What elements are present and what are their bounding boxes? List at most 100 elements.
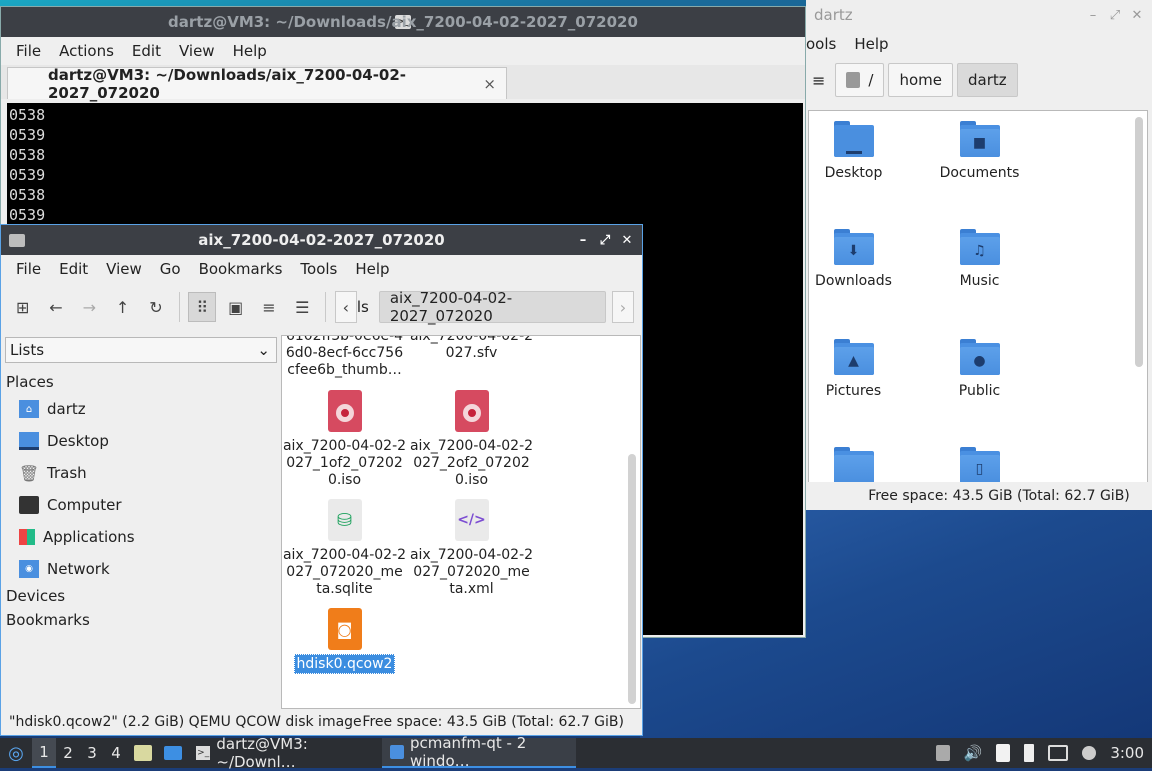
home-icon-view[interactable]: Desktop ■ Documents ⬇ Downloads ♫ Music … [808, 110, 1148, 484]
task-terminal[interactable]: >_ dartz@VM3: ~/Downl… [188, 735, 382, 771]
new-tab-icon[interactable]: ⊞ [9, 292, 36, 322]
file-item[interactable]: 6102ff3b-0e6e-4 6d0-8ecf-6cc756 cfee6b_t… [282, 336, 407, 379]
show-desktop-icon[interactable] [158, 738, 188, 768]
folder-item-music[interactable]: ♫ Music [917, 229, 1042, 290]
place-dartz[interactable]: ⌂ dartz [5, 393, 277, 425]
terminal-menu-edit[interactable]: Edit [123, 42, 170, 60]
file-label: 027_2of2_07202 [413, 455, 530, 471]
icon-view-icon[interactable]: ⠿ [188, 292, 216, 322]
file-item[interactable]: aix_7200-04-02-2 027_2of2_07202 0.iso [409, 390, 534, 489]
menu-view[interactable]: View [97, 260, 151, 278]
chevron-right-icon[interactable]: › [611, 291, 634, 323]
toolbar-separator [324, 292, 326, 322]
drive-icon [846, 72, 861, 88]
main-menu-icon[interactable]: ◎ [0, 738, 32, 768]
home-menu-tools[interactable]: ools [806, 35, 845, 53]
vertical-scrollbar[interactable] [1135, 117, 1143, 367]
reload-icon[interactable]: ↻ [142, 292, 169, 322]
file-label: 0.iso [454, 472, 489, 488]
file-manager-launcher-icon[interactable] [128, 738, 158, 768]
clipboard-icon[interactable] [996, 744, 1011, 762]
file-icon-view[interactable]: 6102ff3b-0e6e-4 6d0-8ecf-6cc756 cfee6b_t… [281, 335, 641, 709]
forward-arrow-icon[interactable]: → [76, 292, 103, 322]
place-trash[interactable]: 🗑 Trash [5, 457, 277, 489]
terminal-menu-actions[interactable]: Actions [50, 42, 123, 60]
terminal-menu-help[interactable]: Help [224, 42, 276, 60]
workspace-3[interactable]: 3 [80, 738, 104, 768]
file-manager-title: aix_7200-04-02-2027_072020 [198, 231, 445, 249]
battery-icon[interactable] [1024, 744, 1035, 762]
workspace-2[interactable]: 2 [56, 738, 80, 768]
maximize-icon[interactable]: ⤢ [1108, 8, 1122, 23]
folder-item-public[interactable]: ● Public [917, 339, 1042, 400]
terminal-title: dartz@VM3: ~/Downloads/aix_7200-04-02-20… [168, 13, 638, 31]
detailed-list-icon[interactable]: ☰ [289, 292, 316, 322]
path-root-button[interactable]: / [835, 63, 885, 97]
menu-go[interactable]: Go [151, 260, 190, 278]
place-desktop[interactable]: Desktop [5, 425, 277, 457]
downloads-folder-icon: ⬇ [833, 229, 874, 265]
workspace-4[interactable]: 4 [104, 738, 128, 768]
close-icon[interactable]: ✕ [1130, 8, 1144, 23]
file-item-selected[interactable]: ◙ hdisk0.qcow2 [282, 608, 407, 674]
chevron-left-icon[interactable]: ‹ [334, 291, 357, 323]
file-item[interactable]: </> aix_7200-04-02-2 027_072020_me ta.xm… [409, 499, 534, 598]
folder-item-pictures[interactable]: ▲ Pictures [806, 339, 916, 400]
folder-item-documents[interactable]: ■ Documents [917, 121, 1042, 182]
home-titlebar[interactable]: dartz – ⤢ ✕ [806, 0, 1152, 30]
maximize-icon[interactable]: ⤢ [598, 233, 612, 248]
terminal-titlebar[interactable]: >_ dartz@VM3: ~/Downloads/aix_7200-04-02… [1, 7, 805, 37]
place-network[interactable]: ◉ Network [5, 553, 277, 585]
terminal-tab-label: dartz@VM3: ~/Downloads/aix_7200-04-02-20… [48, 65, 407, 102]
desktop-icon [19, 432, 39, 450]
file-item[interactable]: aix_7200-04-02-2 027_1of2_07202 0.iso [282, 390, 407, 489]
taskbar: ◎ 1 2 3 4 >_ dartz@VM3: ~/Downl… pcmanfm… [0, 734, 1152, 771]
place-applications[interactable]: Applications [5, 521, 277, 553]
terminal-tab[interactable]: dartz@VM3: ~/Downloads/aix_7200-04-02-20… [7, 65, 507, 102]
file-item[interactable]: aix_7200-04-02-2 027.sfv [409, 336, 534, 362]
menu-tools[interactable]: Tools [291, 260, 346, 278]
terminal-menu-file[interactable]: File [7, 42, 50, 60]
path-home-button[interactable]: home [888, 63, 953, 97]
volume-icon[interactable]: 🔊 [964, 744, 983, 762]
path-dartz-button[interactable]: dartz [957, 63, 1018, 97]
terminal-menu-view[interactable]: View [170, 42, 224, 60]
file-item[interactable]: ⛁ aix_7200-04-02-2 027_072020_me ta.sqli… [282, 499, 407, 598]
network-icon[interactable] [1048, 745, 1069, 761]
places-heading[interactable]: Places [5, 363, 277, 393]
side-pane-mode-value: Lists [10, 341, 45, 359]
crumb-previous[interactable]: ls [357, 298, 369, 316]
minimize-icon[interactable]: – [576, 233, 590, 248]
removable-device-icon[interactable] [935, 745, 950, 761]
task-pcmanfm[interactable]: pcmanfm-qt - 2 windo… [382, 734, 576, 770]
notification-icon[interactable] [1082, 746, 1097, 760]
task-label: pcmanfm-qt - 2 windo… [409, 734, 527, 770]
menu-file[interactable]: File [7, 260, 50, 278]
close-tab-icon[interactable]: × [483, 75, 496, 93]
menu-edit[interactable]: Edit [50, 260, 97, 278]
up-arrow-icon[interactable]: ↑ [109, 292, 136, 322]
folder-item-downloads[interactable]: ⬇ Downloads [806, 229, 916, 290]
workspace-1[interactable]: 1 [32, 738, 56, 768]
devices-heading[interactable]: Devices [5, 585, 277, 607]
clock[interactable]: 3:00 [1110, 744, 1144, 762]
task-label: dartz@VM3: ~/Downl… [216, 735, 308, 771]
thumbnail-view-icon[interactable]: ▣ [222, 292, 249, 322]
back-arrow-icon[interactable]: ← [42, 292, 69, 322]
vertical-scrollbar[interactable] [628, 454, 636, 704]
side-pane-mode-select[interactable]: Lists ⌄ [5, 337, 277, 363]
computer-icon [19, 496, 39, 514]
hamburger-menu-icon[interactable]: ≡ [810, 71, 831, 90]
close-icon[interactable]: ✕ [620, 233, 634, 248]
folder-item-desktop[interactable]: Desktop [806, 121, 916, 182]
menu-help[interactable]: Help [346, 260, 398, 278]
menu-bookmarks[interactable]: Bookmarks [190, 260, 292, 278]
crumb-current-folder[interactable]: aix_7200-04-02-2027_072020 [378, 289, 606, 325]
file-manager-titlebar[interactable]: aix_7200-04-02-2027_072020 – ⤢ ✕ [1, 225, 642, 255]
home-menu-help[interactable]: Help [845, 35, 897, 53]
bookmarks-heading[interactable]: Bookmarks [5, 607, 277, 631]
place-computer[interactable]: Computer [5, 489, 277, 521]
minimize-icon[interactable]: – [1086, 8, 1100, 23]
compact-view-icon[interactable]: ≡ [255, 292, 282, 322]
terminal-menubar: File Actions Edit View Help [1, 37, 805, 65]
